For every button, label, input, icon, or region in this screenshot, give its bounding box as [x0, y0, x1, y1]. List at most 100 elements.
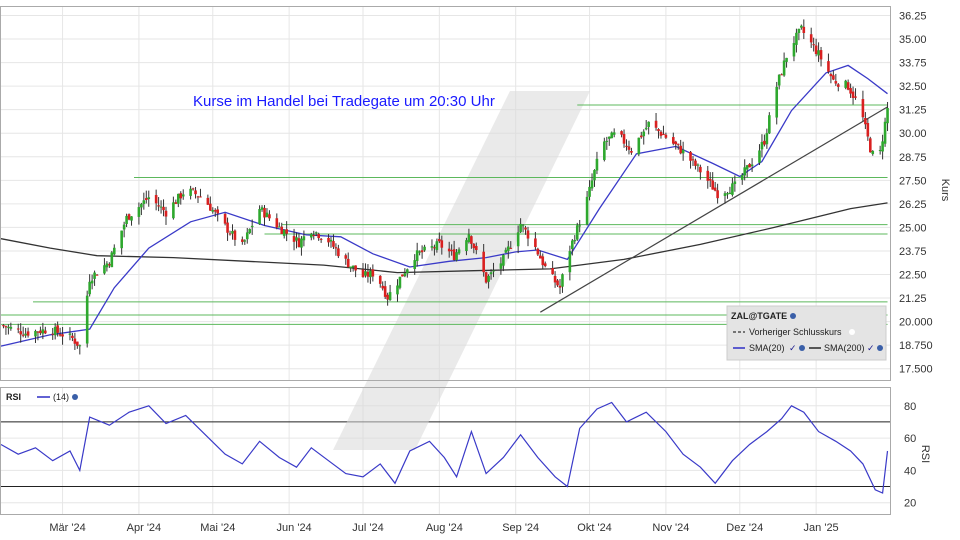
rsi-legend-globe-icon[interactable]: [72, 394, 78, 400]
rsi-grid: [1, 388, 890, 514]
candle-body: [802, 26, 806, 33]
candle-body: [420, 250, 424, 253]
candle-body: [561, 274, 564, 287]
candle-body: [886, 108, 889, 124]
candle-body: [612, 132, 616, 135]
candle-body: [763, 140, 766, 145]
candle-body: [556, 280, 559, 286]
candle-body: [603, 141, 606, 160]
candle-body: [832, 75, 835, 80]
candle-body: [726, 193, 729, 195]
candle-body: [181, 194, 185, 197]
candle-body: [691, 159, 695, 161]
candle-body: [172, 202, 175, 219]
legend-sma200-globe-icon[interactable]: [877, 345, 883, 351]
candle-body: [881, 141, 884, 152]
candle-body: [189, 188, 192, 196]
rsi-legend: RSI (14): [6, 392, 78, 402]
candle-body: [768, 115, 771, 134]
candle-body: [19, 331, 23, 335]
legend-title-globe-icon[interactable]: [790, 313, 796, 319]
candle-body: [711, 180, 714, 190]
candle-body: [504, 249, 508, 253]
candle-body: [861, 99, 865, 118]
legend-item-sma200: SMA(200): [824, 343, 865, 353]
candle-body: [750, 164, 754, 167]
rsi-tick-label: 60: [904, 433, 916, 445]
candle-body: [430, 246, 434, 248]
candle-body: [585, 196, 589, 225]
candle-body: [536, 248, 540, 255]
candle-body: [743, 167, 747, 176]
candle-body: [713, 187, 717, 191]
candle-body: [302, 236, 306, 241]
candle-body: [250, 225, 254, 228]
candle-body: [622, 134, 626, 144]
candle-body: [506, 246, 510, 251]
candle-body: [423, 246, 426, 251]
candle-body: [864, 118, 867, 125]
candle-body: [157, 205, 160, 207]
candle-body: [401, 274, 404, 277]
candle-body: [297, 238, 301, 248]
candle-body: [369, 270, 372, 278]
legend-sma20-check-icon[interactable]: ✓: [789, 343, 797, 353]
candle-body: [539, 255, 542, 259]
candle-body: [447, 248, 451, 252]
x-tick-label: Nov '24: [652, 522, 689, 534]
x-tick-label: Jul '24: [352, 522, 383, 534]
candle-body: [317, 233, 320, 239]
candle-body: [827, 61, 830, 72]
candle-body: [440, 240, 444, 248]
candle-body: [472, 243, 476, 249]
candle-body: [716, 190, 719, 199]
legend: ZAL@TGATE Vorheriger Schlusskurs SMA(20)…: [726, 305, 887, 361]
candle-body: [588, 186, 591, 197]
candle-body: [450, 250, 453, 252]
candle-body: [571, 240, 574, 250]
candle-body: [398, 276, 402, 288]
candle-body: [846, 82, 850, 90]
rsi-line: [0, 401, 889, 494]
candle-body: [295, 237, 298, 241]
candle-body: [245, 232, 249, 240]
candle-body: [455, 252, 458, 261]
legend-sma20-globe-icon[interactable]: [799, 345, 805, 351]
candle-body: [524, 227, 527, 230]
candle-body: [630, 150, 633, 153]
price-tick-label: 20.000: [899, 317, 933, 329]
trendline-segment: [540, 106, 888, 313]
candle-body: [797, 28, 801, 33]
legend-item-sma20: SMA(20): [749, 343, 785, 353]
candle-body: [386, 294, 389, 300]
legend-prevclose-globe-icon[interactable]: [849, 329, 855, 335]
candle-body: [21, 334, 25, 336]
candle-body: [44, 330, 47, 334]
candle-body: [125, 215, 128, 224]
legend-sma200-check-icon[interactable]: ✓: [867, 343, 875, 353]
x-tick-label: Jan '25: [804, 522, 839, 534]
candle-body: [558, 285, 562, 288]
rsi-legend-name: RSI: [6, 392, 21, 402]
candle-body: [93, 272, 96, 279]
candle-body: [854, 96, 857, 98]
candle-body: [519, 223, 522, 233]
candle-body: [378, 275, 382, 284]
candle-body: [457, 249, 461, 254]
candle-body: [162, 206, 165, 211]
candle-body: [521, 225, 525, 227]
candle-body: [438, 238, 441, 242]
candle-body: [699, 166, 702, 173]
candle-body: [654, 120, 658, 128]
candle-body: [470, 236, 473, 244]
rsi-panel-frame: [0, 387, 891, 515]
candle-body: [723, 193, 727, 196]
candle-body: [674, 141, 678, 145]
candle-body: [413, 260, 417, 269]
candle-body: [159, 206, 163, 208]
price-tick-label: 31.25: [899, 105, 927, 117]
candle-body: [248, 229, 252, 233]
candle-body: [280, 226, 284, 235]
x-tick-label: Apr '24: [127, 522, 162, 534]
candle-body: [71, 335, 74, 339]
